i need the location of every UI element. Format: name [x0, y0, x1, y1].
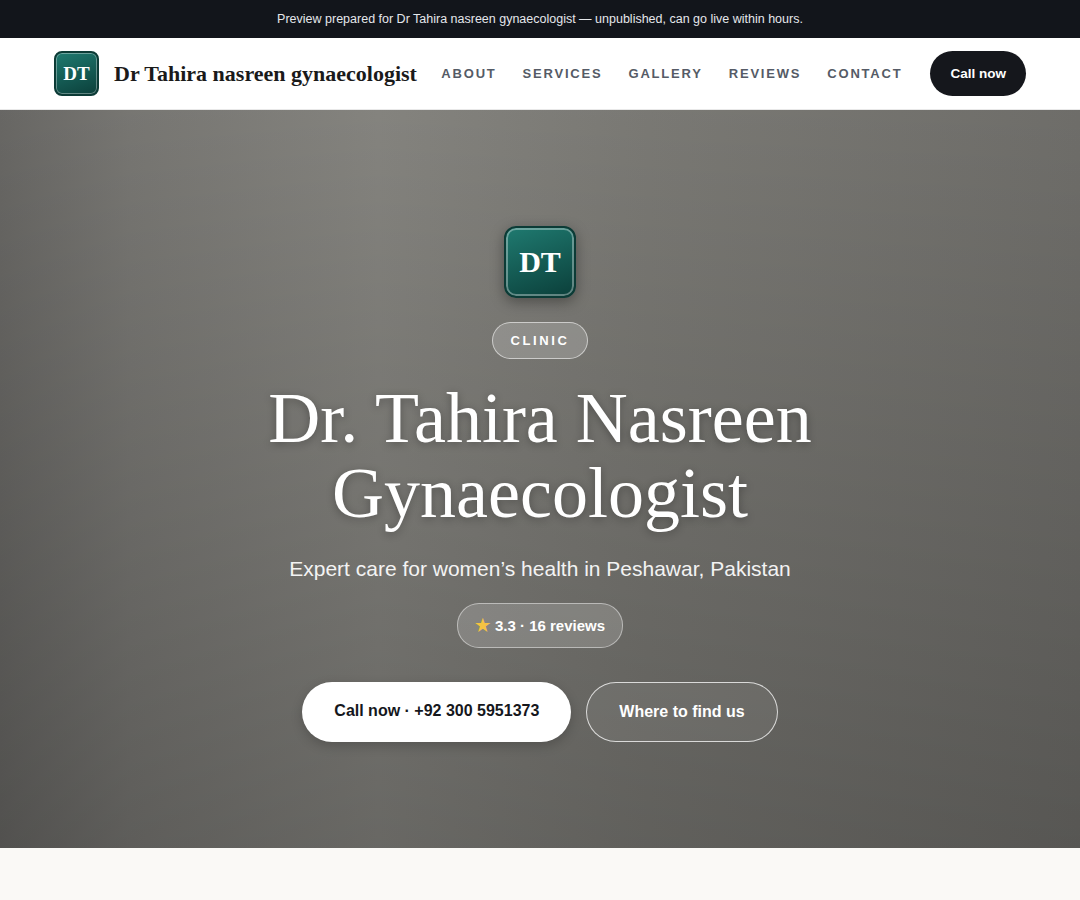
secondary-button[interactable]: Where to find us: [586, 682, 777, 742]
nav-link[interactable]: CONTACT: [827, 66, 902, 81]
brand-name[interactable]: Dr Tahira nasreen gynaecologist: [114, 61, 417, 87]
nav-link[interactable]: REVIEWS: [729, 66, 802, 81]
brand[interactable]: DT Dr Tahira nasreen gynaecologist: [54, 51, 417, 96]
logo-icon[interactable]: DT: [54, 51, 99, 96]
hero-photo: DT CLINIC Dr. Tahira Nasreen Gynaecologist…: [0, 110, 1080, 848]
preview-banner: Preview prepared for Dr Tahira nasreen g…: [0, 0, 1080, 38]
page-section: [0, 848, 1080, 900]
navbar: DT Dr Tahira nasreen gynaecologist ABOUT SE…: [0, 38, 1080, 110]
rating-pill: ★ 3.3 · 16 reviews: [457, 603, 623, 648]
hero-title: Dr. Tahira Nasreen Gynaecologist: [220, 381, 860, 531]
primary-button[interactable]: Call now · +92 300 5951373: [302, 682, 571, 742]
nav-link[interactable]: SERVICES: [523, 66, 603, 81]
star-icon: ★: [475, 615, 490, 636]
nav-link[interactable]: GALLERY: [629, 66, 703, 81]
nav-links: ABOUT SERVICES GALLERY REVIEWS CONTACT Call n…: [441, 51, 1026, 96]
nav-link[interactable]: ABOUT: [441, 66, 496, 81]
hero-logo-icon: DT: [504, 226, 576, 298]
hero-actions: Call now · +92 300 5951373Where to find …: [302, 682, 777, 742]
category-badge: CLINIC: [492, 322, 589, 359]
call-button[interactable]: Call now: [930, 51, 1026, 96]
rating-text: 3.3 · 16 reviews: [495, 617, 605, 634]
hero-subtitle: Expert care for women’s health in Peshaw…: [289, 557, 791, 581]
